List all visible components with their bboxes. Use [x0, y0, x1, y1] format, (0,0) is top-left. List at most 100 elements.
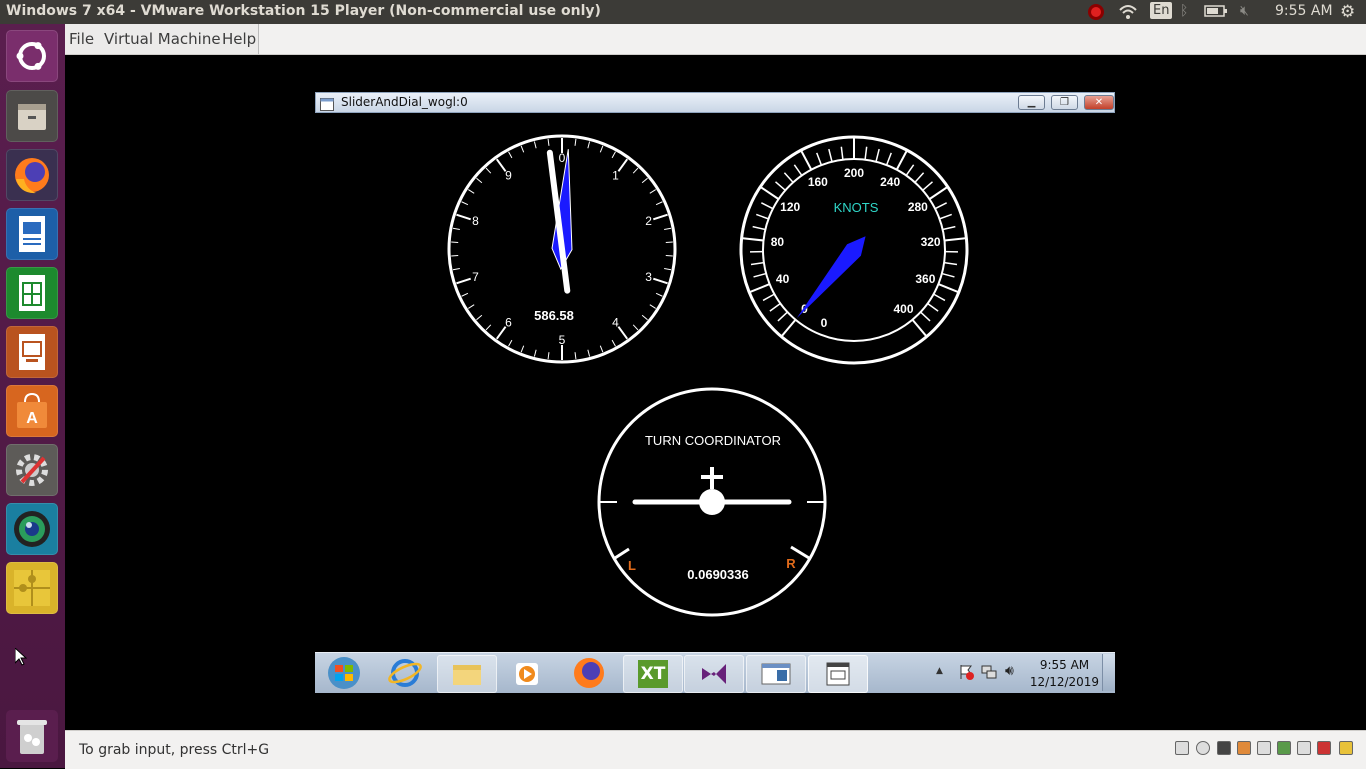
system-settings-icon[interactable]	[6, 444, 58, 496]
restore-button[interactable]: ❐	[1051, 95, 1078, 110]
taskbar-date[interactable]: 12/12/2019	[1027, 675, 1102, 689]
writer-icon[interactable]	[6, 208, 58, 260]
menu-file[interactable]: File	[69, 30, 94, 48]
calc-icon[interactable]	[6, 267, 58, 319]
guest-window-title: SliderAndDial_wogl:0	[341, 95, 468, 109]
vmware-status-bar: To grab input, press Ctrl+G	[65, 730, 1366, 769]
clock-tick	[453, 268, 460, 269]
turn-mark-left	[615, 549, 629, 558]
clock-tick	[664, 268, 671, 269]
status-message: To grab input, press Ctrl+G	[79, 742, 269, 758]
explorer-icon[interactable]	[437, 655, 497, 693]
airspeed-tick	[794, 165, 801, 176]
gear-icon[interactable]: ⚙	[1340, 2, 1355, 22]
clock-tick	[575, 139, 576, 146]
window-title: Windows 7 x64 - VMware Workstation 15 Pl…	[6, 3, 601, 19]
ubuntu-dash-icon[interactable]	[6, 30, 58, 82]
airspeed-tick	[763, 294, 774, 300]
close-button[interactable]: ✕	[1084, 95, 1114, 110]
ie-icon[interactable]	[376, 655, 434, 691]
display-icon[interactable]	[1317, 741, 1331, 755]
airspeed-tick	[938, 284, 957, 292]
clock-tick	[468, 305, 474, 309]
turn-right-label: R	[786, 556, 796, 571]
airspeed-tick	[906, 165, 913, 176]
vmware-menu-bar: File Virtual Machine Help	[65, 24, 1366, 55]
clock-tick	[456, 215, 470, 220]
clock-tick	[453, 228, 460, 229]
visual-studio-icon[interactable]	[684, 655, 744, 693]
airspeed-tick	[928, 303, 939, 311]
keyboard-layout-icon[interactable]: En	[1150, 2, 1172, 19]
taskbar-time[interactable]: 9:55 AM	[1027, 658, 1102, 672]
app-window-2-icon[interactable]	[808, 655, 868, 693]
clock-tick	[509, 152, 512, 158]
menu-virtual-machine[interactable]: Virtual Machine	[104, 30, 221, 48]
puzzle-app-icon[interactable]	[6, 562, 58, 614]
clock-tick	[600, 146, 603, 153]
cd-drive-icon[interactable]	[1196, 741, 1210, 755]
network-icon[interactable]	[981, 664, 997, 684]
clock-tick	[650, 190, 656, 194]
show-desktop-button[interactable]	[1102, 654, 1115, 691]
airspeed-tick	[897, 151, 907, 170]
menu-help[interactable]: Help	[222, 30, 256, 48]
airspeed-tick	[944, 263, 957, 265]
hard-disk-icon[interactable]	[1175, 741, 1189, 755]
firefox-icon[interactable]	[6, 149, 58, 201]
network-adapter-icon[interactable]	[1237, 741, 1251, 755]
floppy-icon[interactable]	[1217, 741, 1231, 755]
clock-tick	[600, 346, 603, 353]
top-panel: Windows 7 x64 - VMware Workstation 15 Pl…	[0, 0, 1366, 24]
firefox-icon[interactable]	[560, 655, 618, 691]
files-icon[interactable]	[6, 90, 58, 142]
printer-icon[interactable]	[1257, 741, 1271, 755]
clock-tick-label: 8	[472, 214, 479, 228]
clock-tick	[656, 293, 662, 296]
airspeed-tick	[915, 173, 924, 183]
clock-tick	[468, 190, 474, 194]
app-window-icon[interactable]	[746, 655, 806, 693]
usb-device-2-icon[interactable]	[1297, 741, 1311, 755]
airplane-symbol	[635, 467, 789, 515]
clock-tick	[548, 139, 549, 146]
action-center-icon[interactable]	[958, 664, 974, 684]
record-icon[interactable]	[1087, 3, 1105, 25]
clock-tick	[618, 159, 627, 171]
airspeed-tick-label: 200	[844, 166, 864, 180]
trash-icon[interactable]	[6, 710, 58, 762]
clock-tick	[509, 340, 512, 346]
impress-icon[interactable]	[6, 326, 58, 378]
airspeed-tick-label: 280	[908, 200, 928, 214]
airspeed-tick-label: 400	[893, 302, 913, 316]
show-hidden-icons-button[interactable]: ▲	[936, 666, 943, 676]
volume-muted-icon[interactable]: 🔇︎	[1240, 3, 1249, 19]
media-player-icon[interactable]	[498, 655, 556, 691]
clock[interactable]: 9:55 AM	[1275, 3, 1333, 19]
battery-icon[interactable]	[1204, 3, 1228, 23]
airspeed-tick-label: 360	[915, 272, 935, 286]
airspeed-tick	[935, 203, 947, 209]
wifi-icon[interactable]	[1118, 3, 1138, 25]
message-log-icon[interactable]	[1339, 741, 1353, 755]
clock-tick-label: 4	[612, 316, 619, 330]
clock-tick	[653, 215, 667, 220]
clock-tick-label: 9	[505, 168, 512, 182]
start-button[interactable]	[319, 655, 369, 691]
clock-tick	[642, 178, 647, 182]
minimize-button[interactable]: ▁	[1018, 95, 1045, 110]
usb-device-icon[interactable]	[1277, 741, 1291, 755]
guest-window-titlebar[interactable]: SliderAndDial_wogl:0 ▁ ❐ ✕	[315, 92, 1115, 113]
volume-icon[interactable]: 🔊︎	[1005, 663, 1014, 679]
clock-tick	[575, 352, 576, 359]
launcher: A	[0, 24, 65, 768]
bluetooth-icon[interactable]: ᛒ	[1180, 3, 1188, 19]
airspeed-tick	[817, 153, 822, 165]
software-center-icon[interactable]: A	[6, 385, 58, 437]
camera-app-icon[interactable]	[6, 503, 58, 555]
clock-tick	[486, 325, 491, 330]
airspeed-tick	[750, 284, 769, 292]
xt-app-icon[interactable]: XT	[623, 655, 683, 693]
clock-tick	[548, 352, 549, 359]
airspeed-needle	[797, 236, 866, 318]
